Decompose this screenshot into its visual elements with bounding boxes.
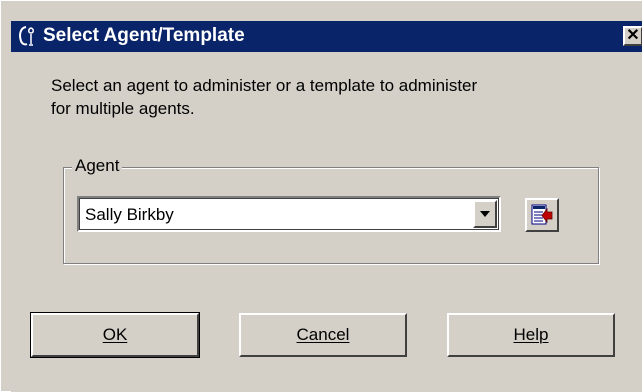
instructions-text: Select an agent to administer or a templ… [51, 76, 478, 118]
agent-dropdown-button[interactable] [473, 200, 497, 228]
window-title: Select Agent/Template [43, 25, 245, 46]
select-from-list-button[interactable] [525, 198, 559, 232]
help-button[interactable]: Help [447, 313, 615, 357]
app-icon [17, 25, 39, 47]
cancel-button-label: Cancel [296, 325, 350, 344]
cancel-button[interactable]: Cancel [239, 313, 407, 357]
select-from-list-icon [531, 204, 553, 225]
dialog-window: Select Agent/Template ✕ Select an agent … [0, 0, 642, 392]
close-button[interactable]: ✕ [623, 26, 642, 46]
agent-select[interactable]: Sally Birkby [77, 196, 501, 232]
ok-button-label: OK [102, 325, 128, 344]
title-bar[interactable]: Select Agent/Template ✕ [11, 21, 642, 52]
close-icon: ✕ [626, 27, 640, 44]
agent-group-label: Agent [72, 156, 123, 176]
agent-select-value: Sally Birkby [85, 205, 174, 224]
ok-button[interactable]: OK [30, 312, 200, 358]
help-button-label: Help [513, 325, 549, 344]
chevron-down-icon [480, 211, 490, 217]
